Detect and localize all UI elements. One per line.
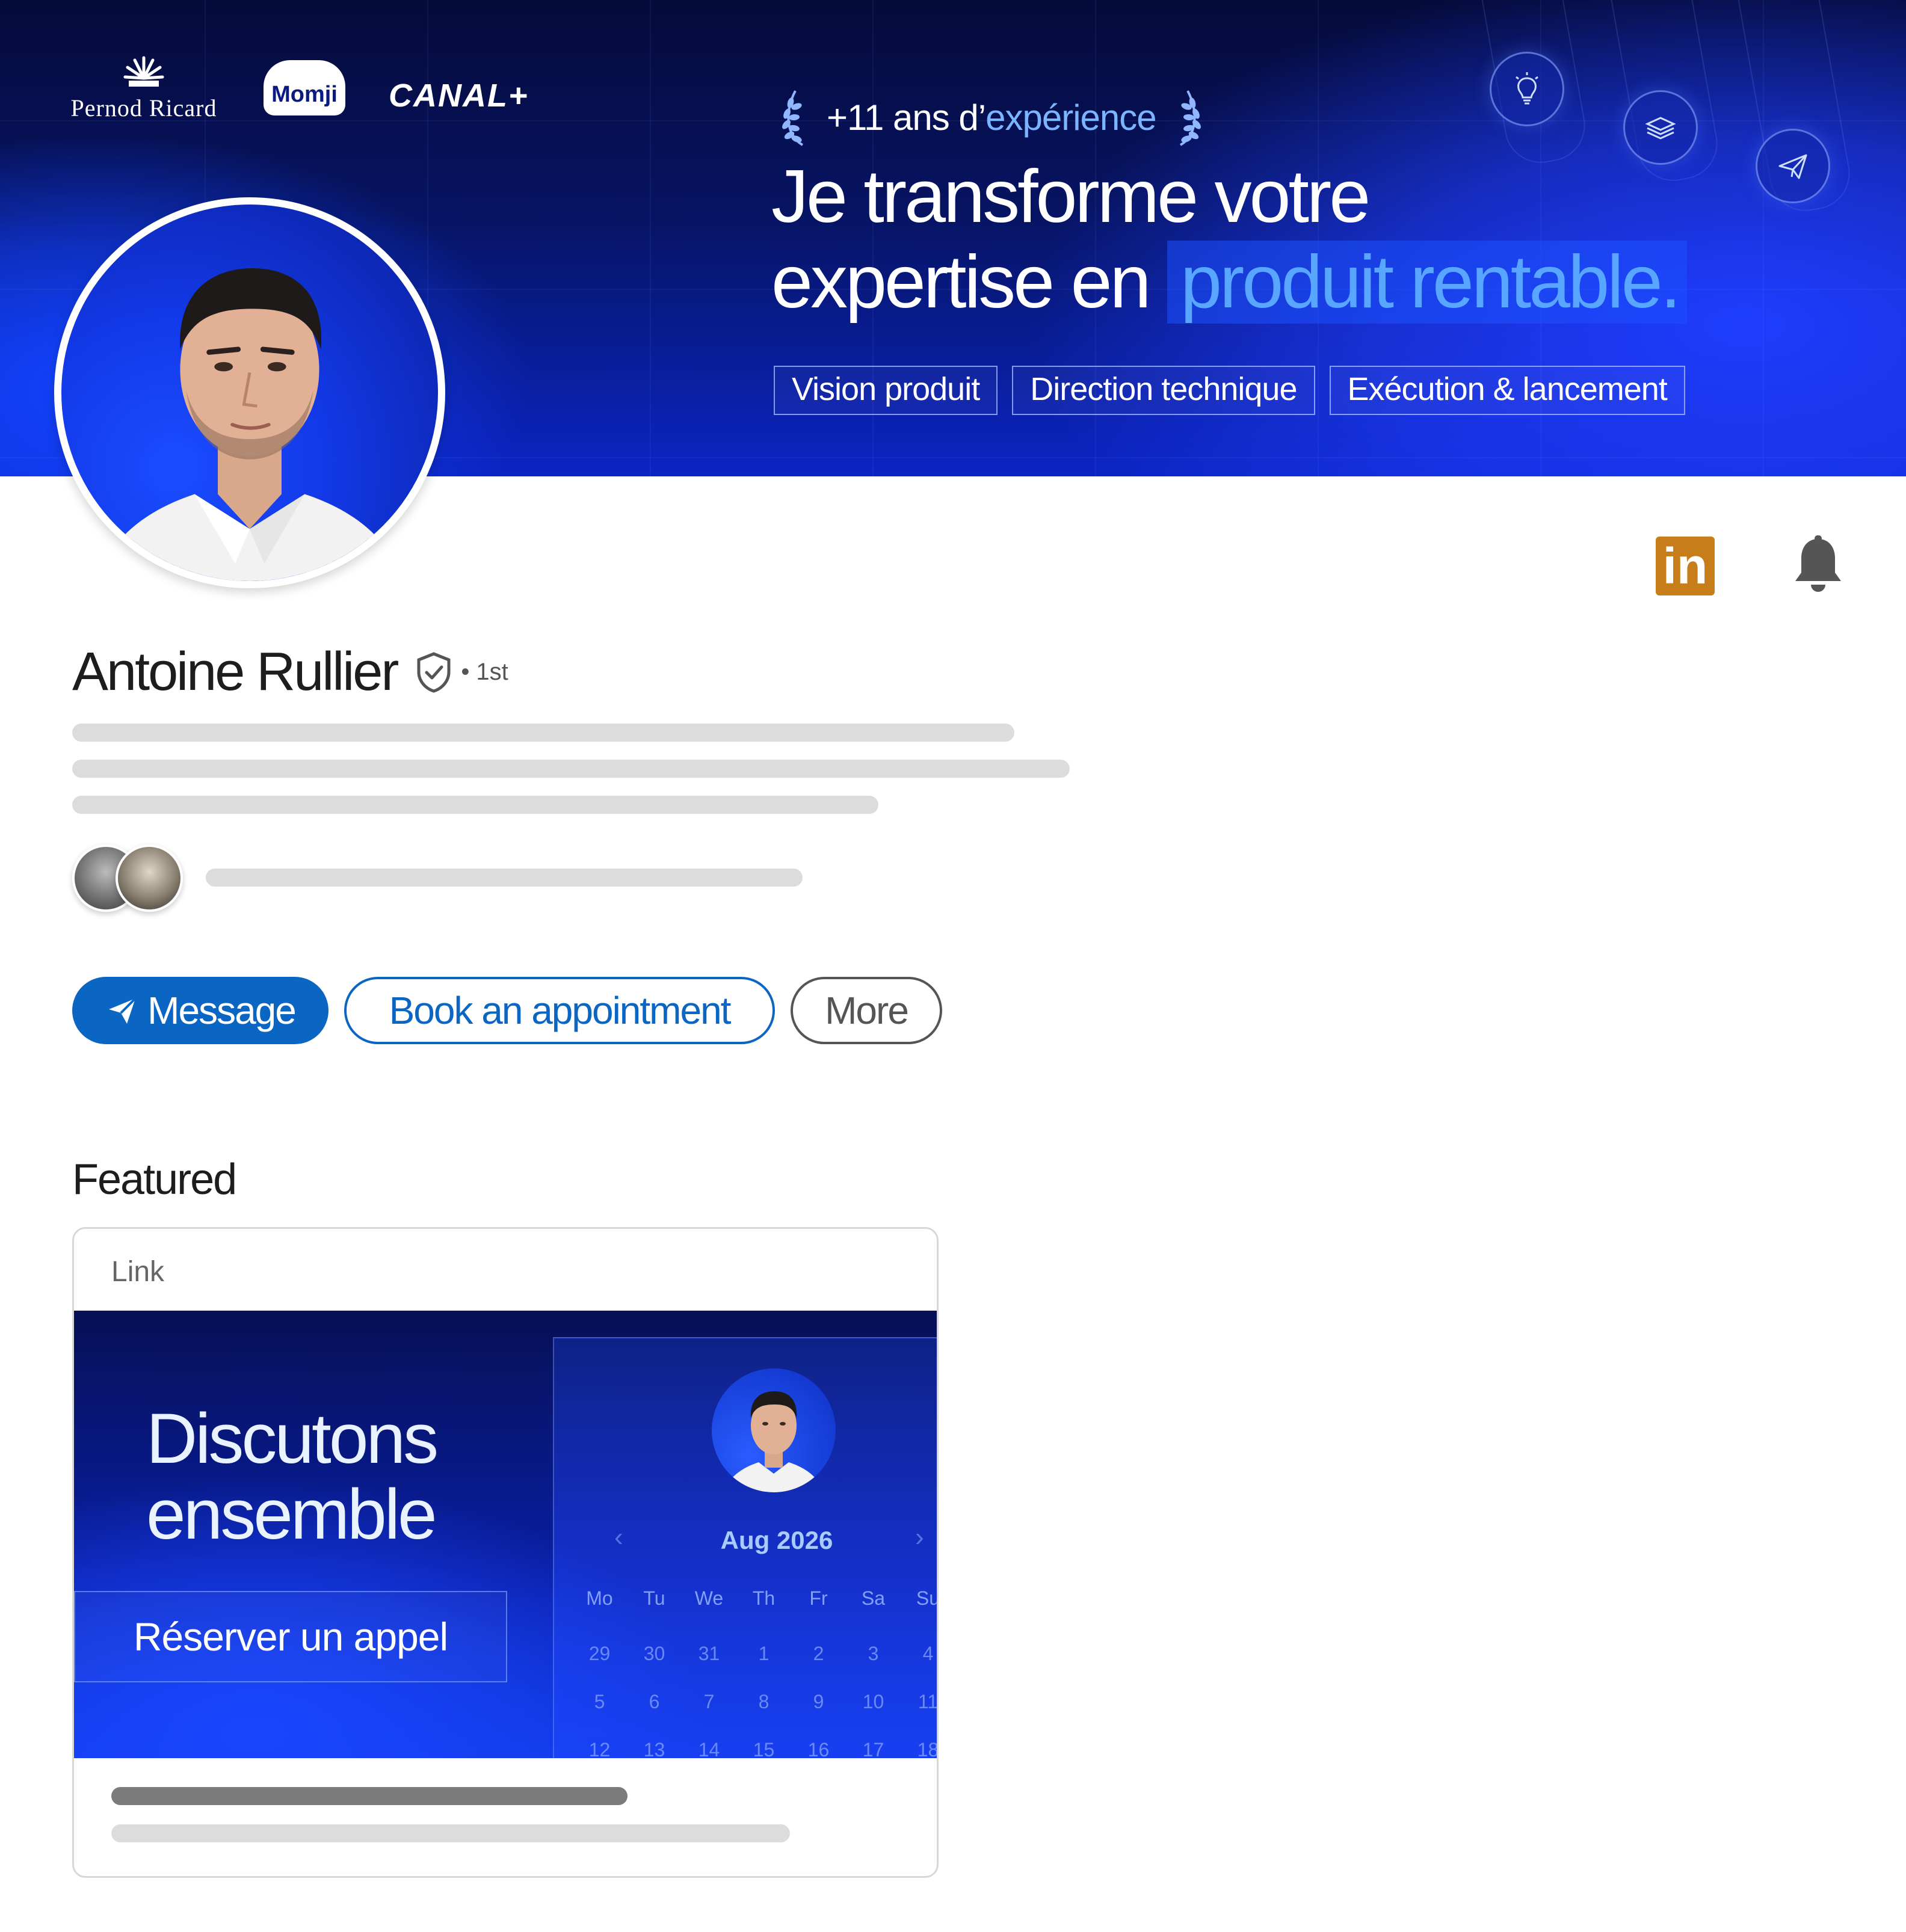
message-button[interactable]: Message	[72, 977, 328, 1044]
headline-line-2: expertise en produit rentable.	[771, 239, 1688, 325]
connection-degree: • 1st	[461, 659, 508, 685]
calendar-avatar	[712, 1368, 836, 1492]
calendar-week: 5 6 7 8 9 10 11	[572, 1691, 939, 1713]
paper-plane-icon	[1756, 129, 1830, 203]
profile-actions: Message Book an appointment More	[72, 977, 942, 1044]
experience-badge: +11 ans d’expérience	[780, 84, 1203, 150]
chip-vision-produit: Vision produit	[774, 366, 998, 415]
calendar-day: 13	[643, 1739, 665, 1758]
send-icon	[109, 997, 137, 1024]
lightbulb-icon	[1490, 52, 1564, 126]
momji-logo: Momji	[264, 60, 345, 115]
pernod-sun-icon	[123, 56, 164, 87]
book-appointment-button[interactable]: Book an appointment	[344, 977, 775, 1044]
calendar-day: 16	[807, 1739, 830, 1758]
weekday: We	[694, 1587, 724, 1609]
card-image-cta: Réserver un appel	[74, 1591, 507, 1682]
calendar-week: 12 13 14 15 16 17 18	[572, 1739, 939, 1758]
calendar-day: 3	[868, 1643, 879, 1664]
mutual-connections-placeholder	[206, 869, 803, 887]
bell-icon[interactable]	[1790, 535, 1846, 595]
calendar-next-icon: ›	[915, 1522, 924, 1552]
banner-headline: Je transforme votre expertise en produit…	[771, 154, 1688, 325]
calendar-day: 12	[588, 1739, 611, 1758]
experience-prefix: +11 ans d’	[827, 97, 986, 138]
calendar-day: 29	[588, 1643, 611, 1664]
profile-name: Antoine Rullier	[72, 642, 399, 702]
calendar-day: 9	[813, 1691, 824, 1712]
calendar-day: 10	[862, 1691, 884, 1712]
weekday: Th	[752, 1587, 776, 1609]
calendar-day: 30	[643, 1643, 665, 1664]
featured-section-title: Featured	[72, 1155, 237, 1204]
weekday: Tu	[643, 1587, 665, 1609]
weekday: Mo	[586, 1587, 613, 1609]
card-image-title-line-1: Discutons	[146, 1399, 439, 1478]
linkedin-icon[interactable]: in	[1656, 537, 1715, 595]
calendar-day: 18	[917, 1739, 939, 1758]
calendar-weekdays: Mo Tu We Th Fr Sa Su	[572, 1587, 939, 1610]
pernod-ricard-logo: Pernod Ricard	[63, 54, 225, 122]
featured-card-type-label: Link	[111, 1256, 165, 1288]
canal-plus-logo: CANAL+	[389, 78, 529, 114]
calendar-month: Aug 2026	[720, 1526, 833, 1554]
headline-placeholder	[72, 760, 1070, 778]
card-image-title-line-2: ensemble	[146, 1475, 437, 1554]
featured-card-image[interactable]: Discutons ensemble Réserver un appel ‹ A…	[74, 1311, 939, 1758]
location-placeholder	[72, 796, 878, 814]
calendar-preview: ‹ Aug 2026 › Mo Tu We Th Fr Sa Su 29 30 …	[553, 1337, 939, 1758]
calendar-day: 31	[698, 1643, 720, 1664]
calendar-day: 4	[922, 1643, 934, 1664]
mutual-connections-avatars[interactable]	[72, 844, 187, 912]
weekday: Sa	[861, 1587, 886, 1609]
headline-placeholder	[72, 724, 1014, 742]
more-button[interactable]: More	[791, 977, 942, 1044]
chip-execution-lancement: Exécution & lancement	[1329, 366, 1685, 415]
featured-card-title-placeholder	[111, 1787, 628, 1805]
calendar-day: 6	[649, 1691, 660, 1712]
calendar-day: 1	[758, 1643, 769, 1664]
calendar-day: 17	[862, 1739, 884, 1758]
calendar-day: 15	[753, 1739, 775, 1758]
headline-line-2-plain: expertise en	[771, 241, 1152, 324]
calendar-day: 8	[758, 1691, 769, 1712]
calendar-day: 2	[813, 1643, 824, 1664]
featured-card-subtitle-placeholder	[111, 1824, 790, 1842]
headline-highlight: produit rentable.	[1167, 241, 1688, 324]
message-button-label: Message	[147, 989, 297, 1032]
layers-icon	[1623, 90, 1698, 165]
shield-check-icon[interactable]	[415, 651, 452, 694]
calendar-day: 14	[698, 1739, 720, 1758]
chip-direction-technique: Direction technique	[1012, 366, 1315, 415]
headline-line-1: Je transforme votre	[771, 155, 1371, 238]
profile-name-row: Antoine Rullier • 1st	[72, 641, 508, 703]
calendar-day: 5	[594, 1691, 605, 1712]
banner-chips: Vision produit Direction technique Exécu…	[774, 366, 1685, 415]
person-portrait-illustration	[96, 268, 404, 581]
calendar-day: 11	[918, 1691, 939, 1712]
avatar	[116, 844, 183, 912]
experience-highlight: expérience	[985, 97, 1157, 138]
weekday: Fr	[809, 1587, 828, 1609]
pernod-ricard-text: Pernod Ricard	[70, 94, 217, 122]
laurel-right-icon	[1179, 90, 1201, 146]
laurel-left-icon	[782, 90, 804, 146]
card-image-title: Discutons ensemble	[146, 1399, 439, 1554]
experience-text: +11 ans d’expérience	[827, 97, 1157, 138]
profile-avatar[interactable]	[54, 197, 445, 588]
momji-text: Momji	[271, 81, 338, 107]
calendar-day: 7	[703, 1691, 715, 1712]
linkedin-icon-text: in	[1662, 537, 1708, 594]
weekday: Su	[916, 1587, 939, 1609]
featured-card[interactable]: Link Discutons ensemble Réserver un appe…	[72, 1227, 939, 1878]
calendar-week: 29 30 31 1 2 3 4	[572, 1643, 937, 1665]
